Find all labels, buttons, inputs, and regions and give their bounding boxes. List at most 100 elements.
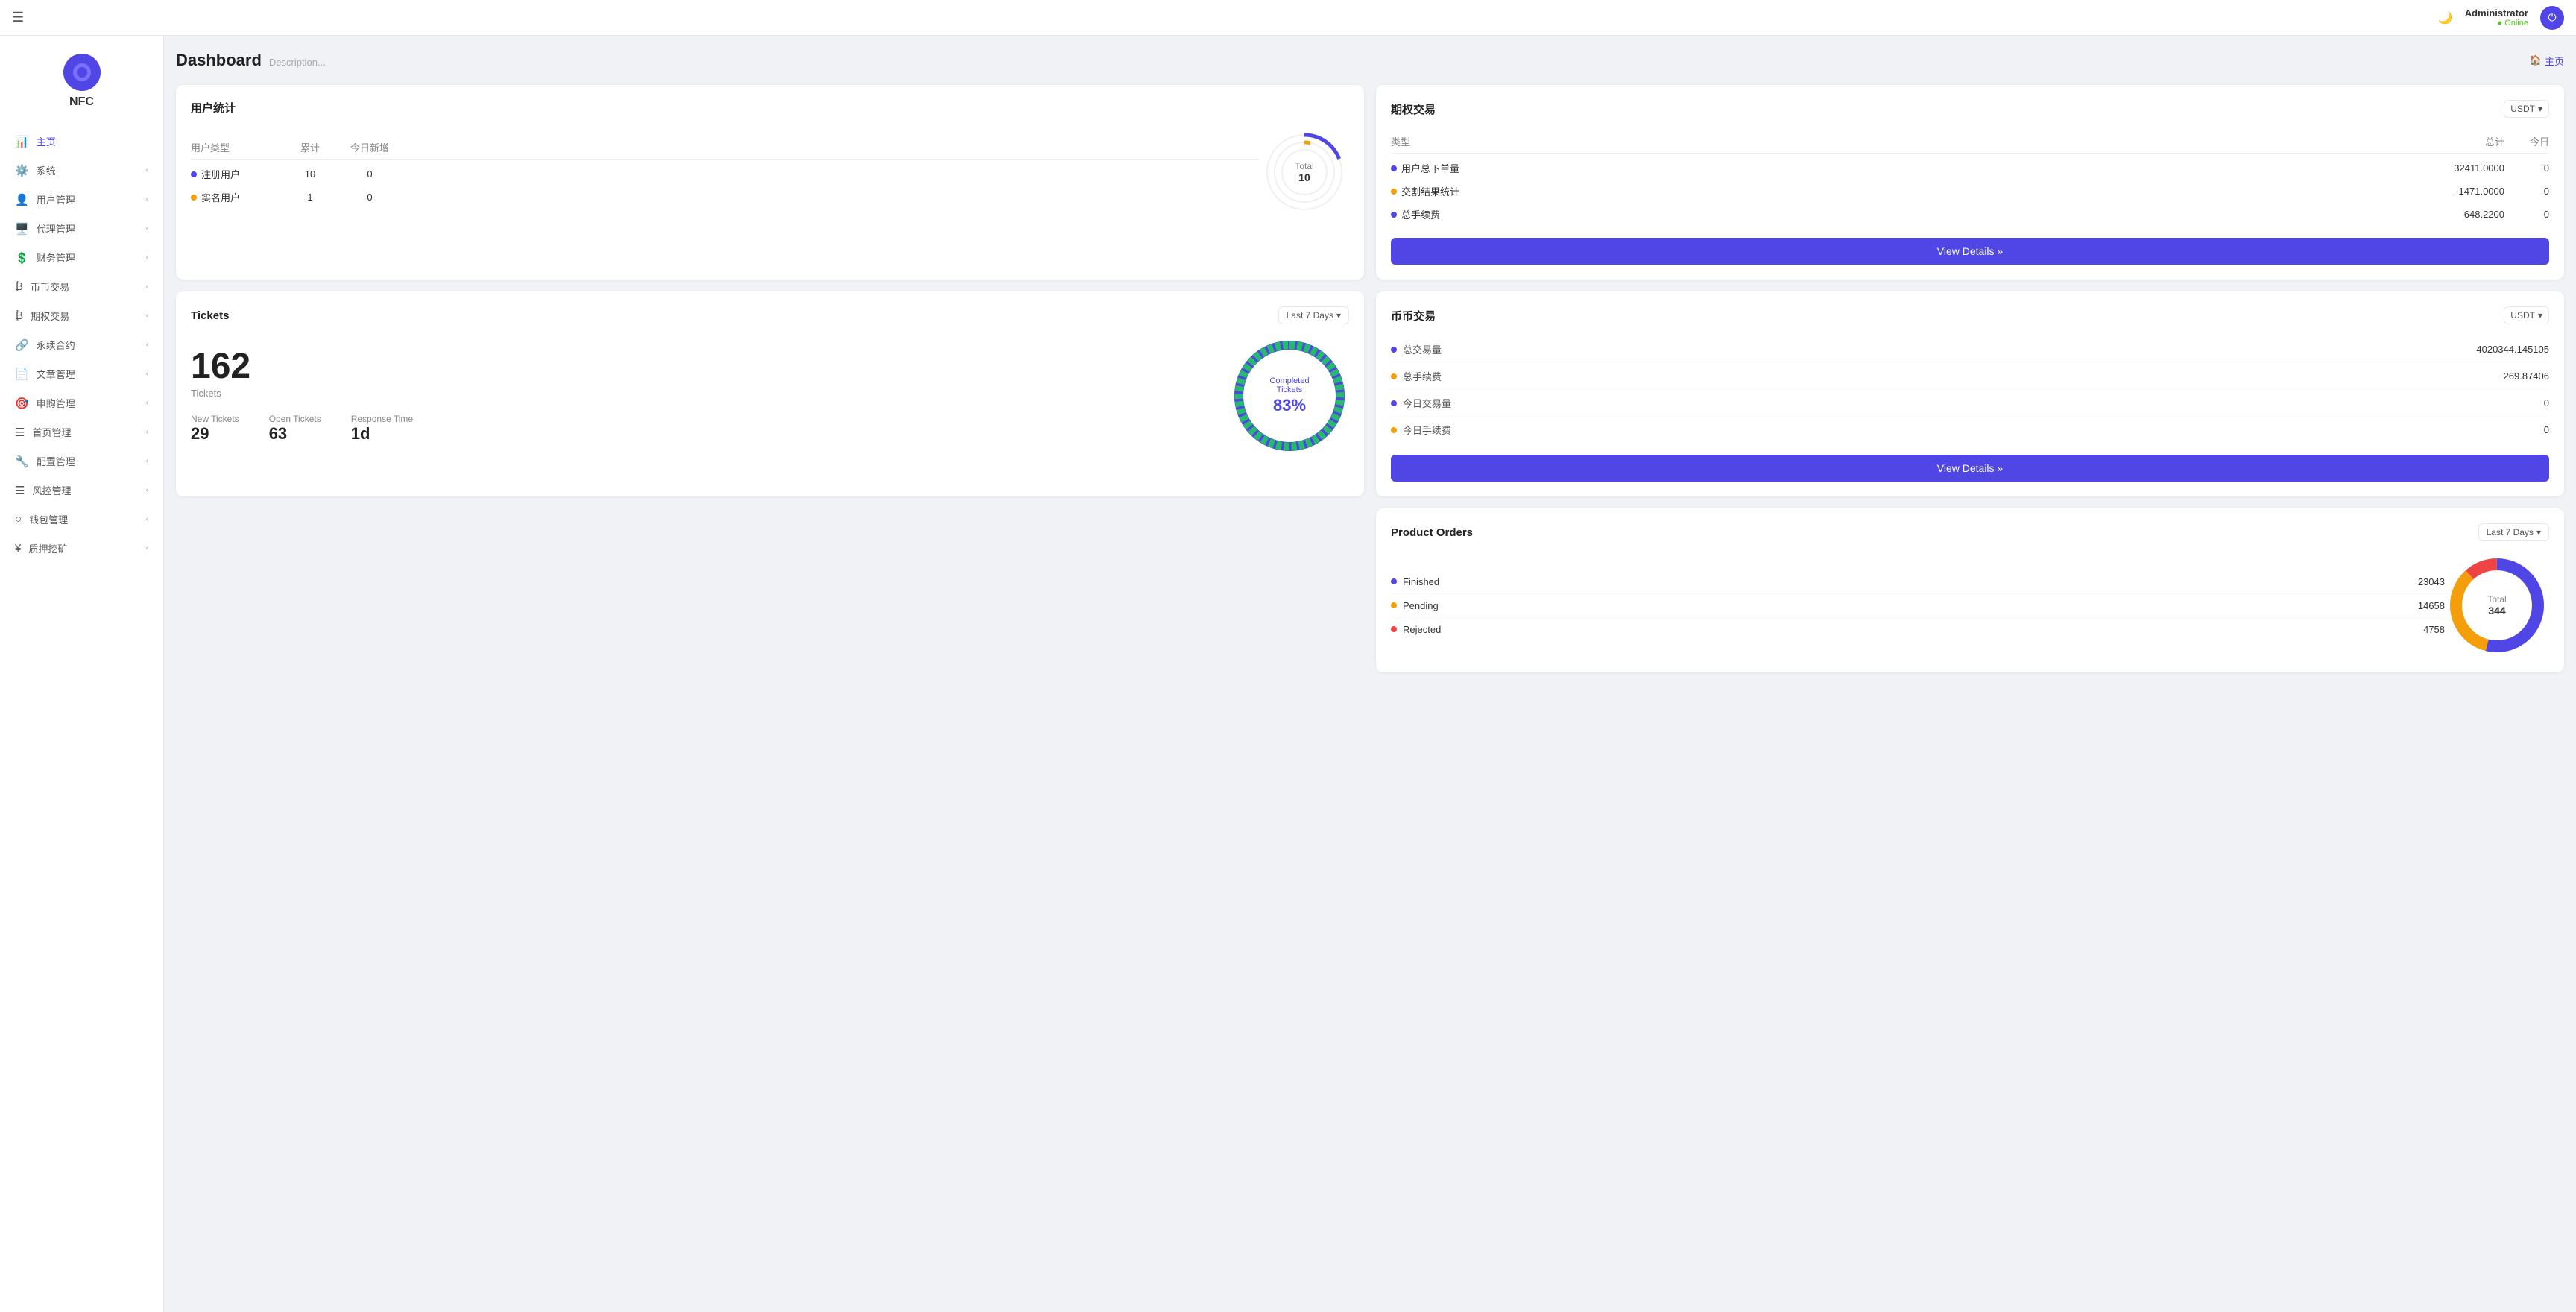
dot-verified [191,195,197,201]
page-title: Dashboard [176,51,262,70]
product-orders-donut: Total 344 [2445,553,2549,657]
product-orders-chevron: ▾ [2536,527,2541,537]
sidebar-item-home[interactable]: 📊 主页 [0,127,163,156]
user-stats-card: 用户统计 用户类型 累计 今日新增 注册用户 [176,85,1364,280]
logo-text: NFC [69,95,94,109]
nav-icon-subscription: 🎯 [15,397,29,410]
home-icon: 🏠 [2530,54,2542,66]
currency-select[interactable]: USDT ▾ [2504,306,2549,324]
nav-icon-home: 📊 [15,135,29,148]
nav-chevron-config-mgmt: ‹ [146,457,148,465]
sidebar-item-system[interactable]: ⚙️ 系统 ‹ [0,156,163,185]
sidebar-item-currency-trade[interactable]: ₿ 币币交易 ‹ [0,272,163,301]
nav-chevron-home-mgmt: ‹ [146,428,148,436]
currency-row-3: 今日手续费 0 [1391,417,2549,443]
type-registered: 注册用户 [201,167,240,181]
nav-chevron-articles: ‹ [146,370,148,378]
tickets-stats: New Tickets 29 Open Tickets 63 Response … [191,414,1215,444]
tickets-chevron-icon: ▾ [1336,310,1341,321]
curr-value-2: 0 [2544,397,2549,409]
options-row-0: 用户总下单量 32411.0000 0 [1391,157,2549,180]
tickets-label: Tickets [191,388,1215,399]
nav-label-risk-mgmt: 风控管理 [32,483,71,497]
sidebar-item-subscription[interactable]: 🎯 申购管理 ‹ [0,388,163,417]
completed-pct: 83% [1260,396,1319,415]
sidebar-item-finance-mgmt[interactable]: 💲 财务管理 ‹ [0,243,163,272]
options-currency-select[interactable]: USDT ▾ [2504,100,2549,118]
admin-status: ● Online [2498,19,2529,28]
top-header: ☰ 🌙 Administrator ● Online ⏻ [0,0,2576,36]
total-registered: 10 [280,168,340,180]
nav-chevron-subscription: ‹ [146,399,148,407]
total-verified: 1 [280,192,340,203]
sidebar-item-mining[interactable]: ¥ 质押挖矿 ‹ [0,534,163,563]
layout: NFC 📊 主页 ⚙️ 系统 ‹ 👤 用户管理 ‹ 🖥️ 代理管理 [0,36,2576,1312]
hamburger-icon[interactable]: ☰ [12,10,24,25]
curr-label-2: 今日交易量 [1403,396,1451,410]
page-header: Dashboard Description... 🏠 主页 [176,48,2564,73]
order-label-2: Rejected [1403,624,1441,635]
sidebar-item-home-mgmt[interactable]: ☰ 首页管理 ‹ [0,417,163,447]
open-tickets-stat: Open Tickets 63 [269,414,321,444]
currency-chevron-icon: ▾ [2538,310,2542,321]
options-chevron-icon: ▾ [2538,104,2542,114]
nav-label-mining: 质押挖矿 [28,541,67,555]
sidebar-item-options-trade[interactable]: ₿ 期权交易 ‹ [0,301,163,330]
nav-icon-agent-mgmt: 🖥️ [15,222,29,236]
sidebar-item-wallet-mgmt[interactable]: ○ 钱包管理 ‹ [0,505,163,534]
opt-type-1: 交割结果统计 [1401,184,1459,198]
today-verified: 0 [340,192,400,203]
curr-dot-1 [1391,373,1397,379]
user-stats-table: 用户类型 累计 今日新增 注册用户 10 0 [191,136,1260,209]
sidebar-item-config-mgmt[interactable]: 🔧 配置管理 ‹ [0,447,163,476]
options-title: 期权交易 [1391,101,1436,117]
tickets-filter-select[interactable]: Last 7 Days ▾ [1278,306,1349,324]
options-view-details-button[interactable]: View Details » [1391,238,2549,265]
opt-today-1: 0 [2504,186,2549,197]
options-currency-label: USDT [2510,104,2535,114]
col-total: 累计 [280,140,340,154]
currency-row-2: 今日交易量 0 [1391,390,2549,417]
product-donut-value: 344 [2487,605,2506,616]
sidebar-item-user-mgmt[interactable]: 👤 用户管理 ‹ [0,185,163,214]
moon-icon[interactable]: 🌙 [2438,10,2453,25]
nav-chevron-user-mgmt: ‹ [146,195,148,204]
curr-label-3: 今日手续费 [1403,423,1451,437]
today-registered: 0 [340,168,400,180]
power-button[interactable]: ⏻ [2540,6,2564,30]
sidebar-item-agent-mgmt[interactable]: 🖥️ 代理管理 ‹ [0,214,163,243]
product-orders-filter[interactable]: Last 7 Days ▾ [2478,523,2549,541]
nav-icon-options-trade: ₿ [15,309,23,322]
nav-chevron-system: ‹ [146,166,148,174]
tickets-circle-chart: Completed Tickets 83% [1230,336,1349,455]
breadcrumb[interactable]: 🏠 主页 [2530,54,2564,68]
sidebar-item-risk-mgmt[interactable]: ☰ 风控管理 ‹ [0,476,163,505]
order-label-1: Pending [1403,600,1439,611]
curr-value-0: 4020344.145105 [2476,344,2549,355]
nav-icon-system: ⚙️ [15,164,29,177]
product-orders-content: Finished 23043 Pending 14658 [1391,553,2549,657]
order-label-0: Finished [1403,576,1439,587]
nav-label-wallet-mgmt: 钱包管理 [29,512,68,526]
dot-registered [191,171,197,177]
nav-chevron-mining: ‹ [146,544,148,552]
currency-view-details-button[interactable]: View Details » [1391,455,2549,482]
logo-circle [63,54,101,91]
nav-label-subscription: 申购管理 [37,396,75,410]
nav-label-config-mgmt: 配置管理 [37,454,75,468]
opt-total-1: -1471.0000 [1948,186,2504,197]
order-row-1: Pending 14658 [1391,594,2445,618]
curr-value-3: 0 [2544,424,2549,435]
nav-icon-config-mgmt: 🔧 [15,455,29,468]
admin-name: Administrator [2465,7,2528,19]
options-row-1: 交割结果统计 -1471.0000 0 [1391,180,2549,203]
options-col-headers: 类型 总计 今日 [1391,130,2549,154]
curr-dot-3 [1391,427,1397,433]
sidebar-item-perpetual[interactable]: 🔗 永续合约 ‹ [0,330,163,359]
product-orders-filter-label: Last 7 Days [2487,527,2534,537]
currency-header: 币币交易 USDT ▾ [1391,306,2549,324]
nav-icon-mining: ¥ [15,542,21,555]
sidebar-item-articles[interactable]: 📄 文章管理 ‹ [0,359,163,388]
nav-label-system: 系统 [37,163,56,177]
nav-icon-risk-mgmt: ☰ [15,484,25,497]
